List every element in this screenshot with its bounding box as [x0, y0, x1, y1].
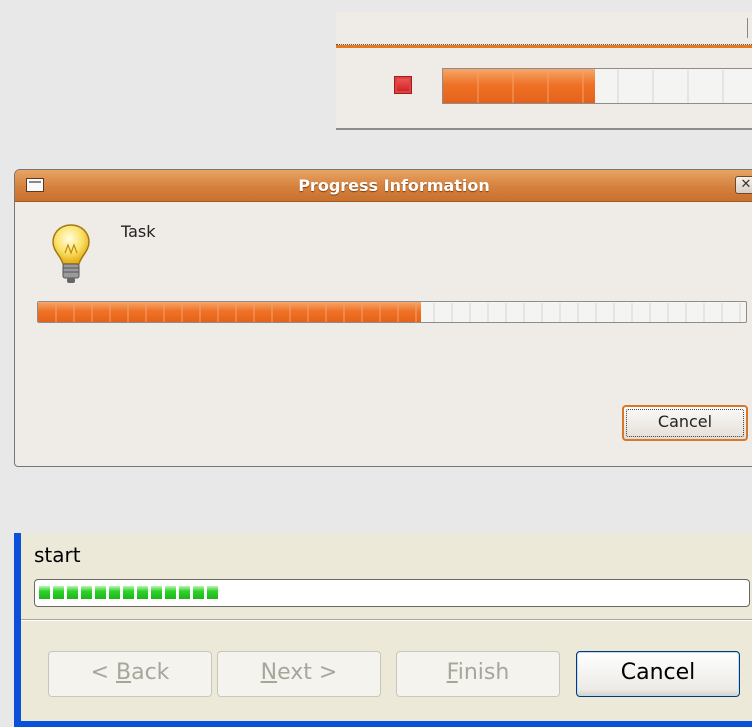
- lightbulb-icon: [52, 224, 90, 283]
- back-button-label: < Back: [90, 660, 170, 685]
- status-text: start: [34, 543, 81, 567]
- progress-block: [95, 586, 106, 599]
- finish-button[interactable]: Finish: [396, 651, 560, 697]
- stop-icon[interactable]: [394, 76, 412, 94]
- cancel-button[interactable]: Cancel: [576, 651, 740, 697]
- window-frame-bottom: [14, 721, 752, 727]
- cancel-button[interactable]: Cancel: [622, 405, 748, 441]
- progress-block: [123, 586, 134, 599]
- cancel-button-label: Cancel: [620, 660, 696, 685]
- progress-block: [67, 586, 78, 599]
- progress-block: [179, 586, 190, 599]
- progress-block: [165, 586, 176, 599]
- wizard-panel: start < Back Next > Finish Cancel: [14, 533, 752, 727]
- dialog-title: Progress Information: [298, 176, 490, 195]
- progress-block: [39, 586, 50, 599]
- next-button[interactable]: Next >: [217, 651, 381, 697]
- progress-block: [137, 586, 148, 599]
- progress-block: [109, 586, 120, 599]
- separator-highlight: [21, 620, 752, 621]
- progress-block: [207, 586, 218, 599]
- dialog-title-bar[interactable]: Progress Information ✕: [15, 170, 752, 202]
- progress-block: [53, 586, 64, 599]
- dialog-progress-bar: [37, 301, 747, 323]
- next-button-label: Next >: [260, 660, 338, 685]
- progress-block: [81, 586, 92, 599]
- finish-button-label: Finish: [446, 660, 510, 685]
- accent-line: [336, 45, 752, 48]
- wizard-progress-fill: [39, 586, 221, 600]
- progress-block: [193, 586, 204, 599]
- status-bar-panel: [336, 12, 752, 130]
- progress-segments: [55, 303, 741, 322]
- divider: [747, 18, 748, 38]
- task-label: Task: [121, 222, 156, 241]
- status-bar-top: [336, 12, 752, 45]
- back-button[interactable]: < Back: [48, 651, 212, 697]
- status-progress-bar: [442, 68, 752, 104]
- wizard-progress-bar: [34, 579, 750, 607]
- close-icon[interactable]: ✕: [735, 176, 752, 194]
- progress-block: [151, 586, 162, 599]
- window-frame-left: [14, 533, 21, 727]
- progress-information-dialog: Progress Information ✕ Task Cancel: [14, 169, 752, 467]
- progress-segments: [477, 70, 724, 103]
